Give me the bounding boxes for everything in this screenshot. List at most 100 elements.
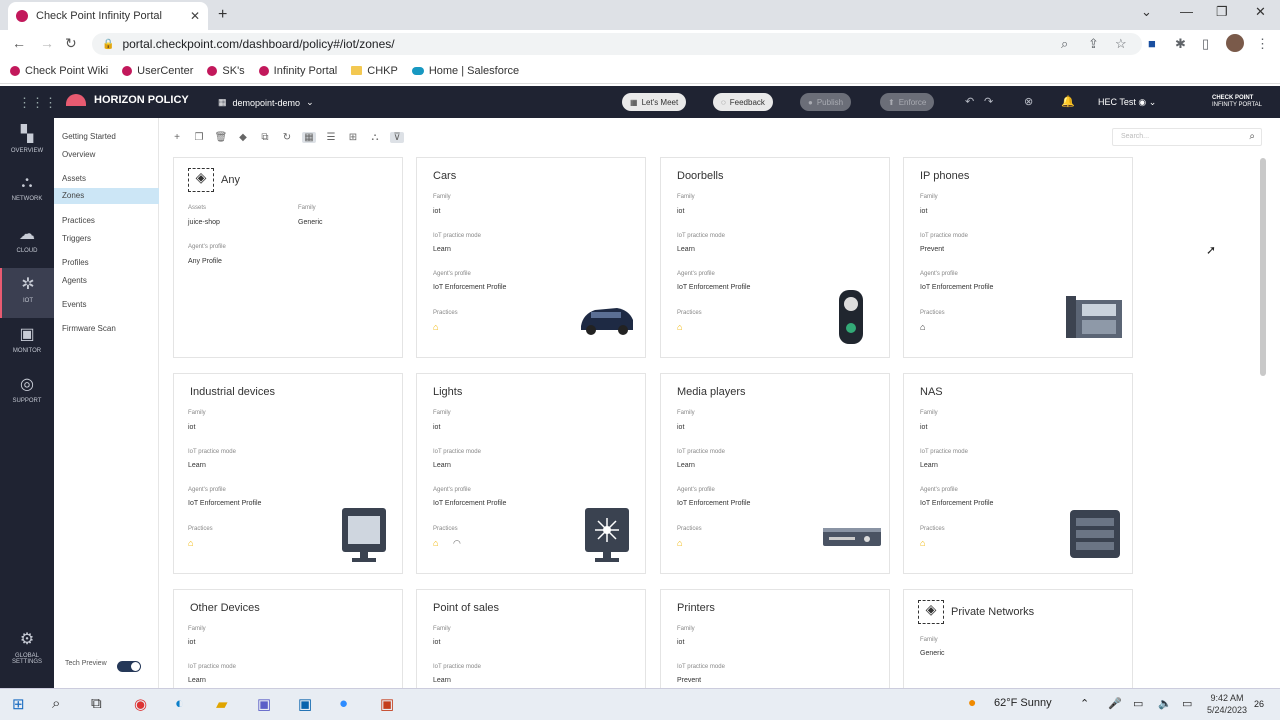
nav-triggers[interactable]: Triggers: [62, 234, 91, 243]
bookmark-item[interactable]: UserCenter: [122, 65, 193, 77]
copy-icon[interactable]: ⧉: [258, 132, 272, 143]
close-window-icon[interactable]: ✕: [1255, 4, 1266, 20]
zone-card-lights[interactable]: Lights Family iot IoT practice mode Lear…: [416, 373, 646, 574]
bookmark-item[interactable]: Check Point Wiki: [10, 65, 108, 77]
help-icon[interactable]: ⊗: [1024, 95, 1033, 108]
weather-text[interactable]: 62°F Sunny: [994, 697, 1052, 709]
close-tab-icon[interactable]: ✕: [190, 9, 200, 23]
powerpoint-icon[interactable]: ▣: [380, 695, 394, 713]
notification-badge[interactable]: 26: [1254, 699, 1264, 709]
nav-firmware-scan[interactable]: Firmware Scan: [62, 324, 116, 333]
list-view-icon[interactable]: ☰: [324, 132, 338, 143]
search-icon[interactable]: ⌕: [52, 695, 60, 712]
zone-card-nas[interactable]: NAS Family iot IoT practice mode Learn A…: [903, 373, 1133, 574]
clock[interactable]: 9:42 AM 5/24/2023: [1207, 692, 1247, 716]
file-explorer-icon[interactable]: ▰: [216, 695, 228, 713]
search-input[interactable]: Search... ⌕: [1112, 128, 1262, 146]
bookmark-item[interactable]: Home | Salesforce: [411, 65, 519, 77]
zone-card-cars[interactable]: Cars Family iot IoT practice mode Learn …: [416, 157, 646, 358]
tag-icon[interactable]: ◆: [236, 132, 250, 143]
apps-grid-icon[interactable]: ⋮⋮⋮: [18, 95, 57, 111]
nav-profiles[interactable]: Profiles: [62, 258, 89, 267]
bookmark-star-icon[interactable]: ☆: [1115, 36, 1127, 52]
chrome-icon[interactable]: ◉: [134, 695, 147, 713]
tray-chevron-icon[interactable]: ⌃: [1080, 697, 1089, 710]
content-scrollbar[interactable]: [1260, 158, 1266, 376]
outlook-icon[interactable]: ▣: [298, 695, 312, 713]
rail-iot[interactable]: ✲ IOT: [0, 268, 54, 318]
publish-button[interactable]: ● Publish: [800, 93, 852, 111]
new-tab-icon[interactable]: +: [218, 6, 227, 24]
zone-card-other-devices[interactable]: Other Devices Family iot IoT practice mo…: [173, 589, 403, 699]
zone-card-private-networks[interactable]: ◈ Private Networks Family Generic: [903, 589, 1133, 699]
redo-icon[interactable]: ↷: [984, 95, 993, 108]
tree-view-icon[interactable]: ⊞: [346, 132, 360, 143]
refresh-icon[interactable]: ↻: [280, 132, 294, 143]
bookmark-item[interactable]: CHKP: [351, 65, 398, 77]
environment-selector[interactable]: ▦ demopoint-demo ⌄: [218, 97, 314, 108]
menu-icon[interactable]: ⋮: [1256, 36, 1269, 52]
zone-card-doorbells[interactable]: Doorbells Family iot IoT practice mode L…: [660, 157, 890, 358]
filter-icon[interactable]: ⊽: [390, 131, 404, 143]
user-menu[interactable]: HEC Test ◉ ⌄: [1098, 97, 1156, 108]
extension-icon[interactable]: ■: [1148, 36, 1156, 51]
practice-icon: ⌂: [188, 538, 194, 548]
profile-avatar[interactable]: [1226, 34, 1244, 52]
search-icon[interactable]: ⌕: [1249, 131, 1255, 142]
nav-zones[interactable]: Zones: [54, 188, 159, 204]
bookmark-item[interactable]: SK's: [207, 65, 245, 77]
feedback-button[interactable]: ◌ Feedback: [713, 93, 773, 111]
minimize-icon[interactable]: —: [1180, 4, 1193, 19]
zoom-icon[interactable]: ●: [339, 695, 348, 712]
delete-icon[interactable]: 🗑: [214, 132, 228, 143]
zone-card-point-of-sales[interactable]: Point of sales Family iot IoT practice m…: [416, 589, 646, 699]
tab-search-icon[interactable]: ⌄: [1141, 4, 1152, 20]
mic-icon[interactable]: 🎤: [1108, 697, 1122, 710]
nav-getting-started[interactable]: Getting Started: [62, 132, 116, 141]
sidepanel-icon[interactable]: ▯: [1202, 36, 1209, 52]
windows-start-icon[interactable]: ⊞: [12, 695, 25, 713]
volume-icon[interactable]: 🔈: [1158, 697, 1172, 710]
task-view-icon[interactable]: ⧉: [91, 695, 102, 712]
nav-overview[interactable]: Overview: [62, 150, 95, 159]
url-field[interactable]: 🔒 portal.checkpoint.com/dashboard/policy#…: [92, 33, 1142, 55]
undo-icon[interactable]: ↶: [965, 95, 974, 108]
language-icon[interactable]: ▭: [1182, 697, 1192, 710]
enforce-button[interactable]: ⬆ Enforce: [880, 93, 935, 111]
bookmark-item[interactable]: Infinity Portal: [258, 65, 337, 77]
teams-icon[interactable]: ▣: [257, 695, 271, 713]
reload-icon[interactable]: ↻: [65, 35, 77, 52]
puzzle-icon[interactable]: ✱: [1175, 36, 1186, 52]
rail-monitor[interactable]: ▣ MONITOR: [0, 318, 54, 368]
nav-assets[interactable]: Assets: [62, 174, 86, 183]
bell-icon[interactable]: 🔔: [1061, 95, 1075, 108]
zone-card-ip-phones[interactable]: IP phones Family iot IoT practice mode P…: [903, 157, 1133, 358]
rail-cloud[interactable]: ☁ CLOUD: [0, 218, 54, 268]
add-icon[interactable]: +: [170, 132, 184, 143]
nav-agents[interactable]: Agents: [62, 276, 87, 285]
zoom-icon[interactable]: ⌕: [1061, 36, 1068, 52]
zone-card-industrial-devices[interactable]: Industrial devices Family iot IoT practi…: [173, 373, 403, 574]
nav-practices[interactable]: Practices: [62, 216, 95, 225]
maximize-icon[interactable]: ❐: [1216, 4, 1228, 20]
zone-card-media-players[interactable]: Media players Family iot IoT practice mo…: [660, 373, 890, 574]
hierarchy-icon[interactable]: ⛬: [368, 132, 382, 143]
industrial-device-icon: [342, 508, 386, 562]
share-icon[interactable]: ⇪: [1088, 36, 1099, 52]
grid-view-icon[interactable]: ▦: [302, 131, 316, 143]
back-icon[interactable]: ←: [12, 35, 26, 51]
nav-events[interactable]: Events: [62, 300, 86, 309]
browser-tab[interactable]: Check Point Infinity Portal ✕: [8, 2, 208, 30]
zone-card-any[interactable]: ◈ Any Assets juice-shop Family Generic A…: [173, 157, 403, 358]
rail-support[interactable]: ◎ SUPPORT: [0, 368, 54, 418]
rail-global-settings[interactable]: ⚙ GLOBAL SETTINGS: [0, 623, 54, 673]
tech-preview-toggle[interactable]: [117, 661, 141, 672]
edge-icon[interactable]: ◐: [175, 695, 184, 712]
network-icon[interactable]: ▭: [1133, 697, 1143, 710]
lets-meet-button[interactable]: ▦ Let's Meet: [622, 93, 687, 111]
zone-card-printers[interactable]: Printers Family iot IoT practice mode Pr…: [660, 589, 890, 699]
rail-overview[interactable]: ▚ OVERVIEW: [0, 118, 54, 168]
forward-icon[interactable]: →: [40, 35, 54, 51]
rail-network[interactable]: ⛬ NETWORK: [0, 168, 54, 218]
clone-icon[interactable]: ❐: [192, 132, 206, 143]
